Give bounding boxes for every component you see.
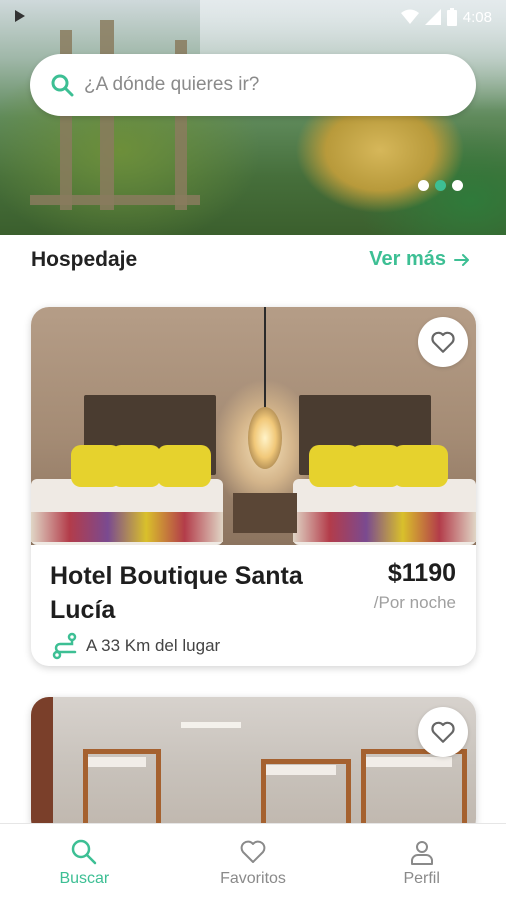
arrow-right-icon <box>454 253 469 266</box>
hotel-price: $1190 <box>387 559 456 587</box>
battery-icon <box>446 8 457 26</box>
heart-icon <box>431 331 455 353</box>
ceiling-light <box>181 722 241 728</box>
heart-icon <box>431 721 455 743</box>
search-icon <box>72 839 97 864</box>
distance-info: A 33 Km del lugar <box>50 631 220 661</box>
search-icon <box>51 74 74 97</box>
price-unit: /Por noche <box>373 593 456 612</box>
play-store-icon <box>15 10 25 22</box>
listing-photo[interactable] <box>31 697 476 837</box>
wifi-icon <box>400 9 419 24</box>
signal-icon <box>424 9 441 25</box>
search-bar[interactable] <box>30 54 476 116</box>
bottom-navigation: Buscar Favoritos Perfil <box>0 823 506 901</box>
status-icons: 4:08 <box>400 8 492 26</box>
search-input[interactable] <box>82 73 446 97</box>
pendant-lamp <box>248 407 282 469</box>
blanket-right <box>293 512 476 542</box>
see-more-label: Ver más <box>369 248 446 270</box>
see-more-link[interactable]: Ver más <box>369 248 470 271</box>
pillow <box>111 445 161 487</box>
favorite-button[interactable] <box>418 317 468 367</box>
room-wall-left <box>31 697 53 837</box>
nav-perfil[interactable]: Perfil <box>337 824 506 901</box>
nav-label: Buscar <box>59 869 110 887</box>
nav-favoritos[interactable]: Favoritos <box>169 824 338 901</box>
mattress <box>88 757 146 767</box>
listing-info[interactable]: Hotel Boutique Santa Lucía $1190 /Por no… <box>31 545 476 666</box>
mattress <box>366 757 452 767</box>
lamp-cord <box>264 307 266 409</box>
blanket-left <box>31 512 223 542</box>
carousel-dot-active[interactable] <box>435 180 446 191</box>
listing-card[interactable]: Hotel Boutique Santa Lucía $1190 /Por no… <box>31 307 476 666</box>
person-icon <box>410 840 433 865</box>
route-icon <box>52 632 77 660</box>
hotel-name: Hotel Boutique Santa Lucía <box>50 562 303 624</box>
favorite-button[interactable] <box>418 707 468 757</box>
carousel-dot[interactable] <box>452 180 463 191</box>
status-bar: 4:08 <box>0 0 506 34</box>
pillow <box>157 445 211 487</box>
pillow <box>393 445 448 487</box>
carousel-dot[interactable] <box>418 180 429 191</box>
nav-label: Perfil <box>403 869 440 887</box>
nav-label: Favoritos <box>220 869 286 887</box>
listing-card[interactable] <box>31 697 476 837</box>
section-title: Hospedaje <box>31 248 138 271</box>
distance-label: A 33 Km del lugar <box>86 636 221 655</box>
hero-banner[interactable]: 4:08 <box>0 0 506 235</box>
listing-photo[interactable] <box>31 307 476 545</box>
nav-buscar[interactable]: Buscar <box>0 824 169 901</box>
mattress <box>266 765 336 775</box>
hero-beam <box>30 195 200 205</box>
nightstand <box>233 493 297 533</box>
heart-icon <box>240 840 266 863</box>
status-time: 4:08 <box>462 8 492 26</box>
carousel-indicator <box>418 180 463 191</box>
